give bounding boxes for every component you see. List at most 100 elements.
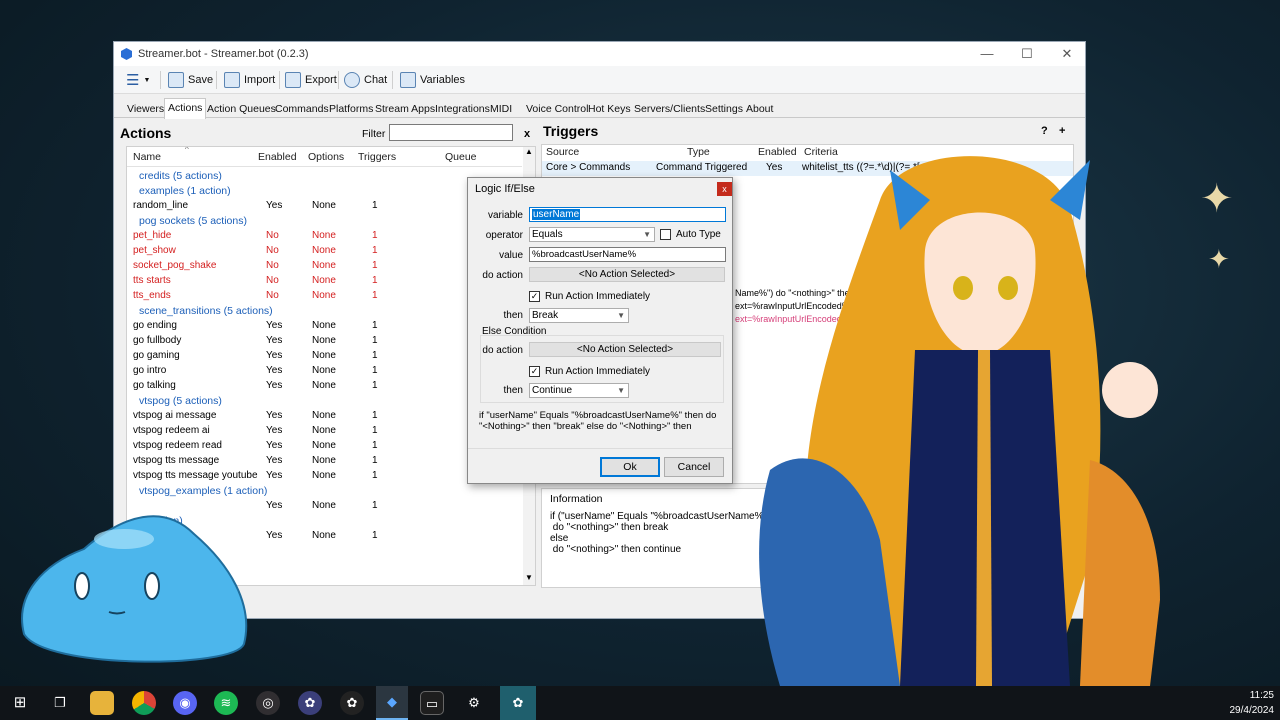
then-value: Break (532, 310, 559, 321)
scroll-down-icon[interactable]: ▼ (525, 573, 533, 582)
information-title: Information (550, 493, 603, 505)
run-immediately-checkbox[interactable]: ✓ (529, 291, 540, 302)
action-row[interactable]: pet_show No None 1 (127, 244, 522, 259)
menu-button[interactable]: ☰ ▼ (126, 70, 150, 90)
action-row[interactable]: vtspog tts message Yes None 1 (127, 454, 522, 469)
action-enabled: No (266, 275, 279, 286)
tab-actions[interactable]: Actions (164, 98, 207, 119)
action-enabled: Yes (266, 500, 283, 511)
group-name: vtspog (5 actions) (139, 395, 222, 407)
save-button[interactable]: Save (168, 70, 213, 90)
variables-button[interactable]: Variables (400, 70, 465, 90)
action-row[interactable]: vtspog tts message youtube Yes None 1 (127, 469, 522, 484)
action-row[interactable]: random_line Yes None 1 (127, 199, 522, 214)
action-name: go gaming (133, 350, 180, 361)
action-enabled: No (266, 230, 279, 241)
import-button[interactable]: Import (224, 70, 275, 90)
action-name: vtspog ai message (133, 410, 217, 421)
close-icon[interactable]: ✕ (1047, 42, 1087, 66)
action-group-header[interactable]: scene_transitions (5 actions) (127, 304, 522, 319)
trigger-type: Command Triggered (656, 162, 748, 173)
tab-platforms[interactable]: Platforms (326, 100, 376, 118)
obs-icon[interactable]: ◎ (256, 691, 280, 715)
then-select[interactable]: Break ▼ (529, 308, 629, 323)
file-explorer-icon[interactable] (90, 691, 114, 715)
scroll-up-icon[interactable]: ▲ (525, 147, 533, 156)
else-then-value: Continue (532, 385, 573, 396)
filter-input[interactable] (389, 124, 513, 141)
auto-type-checkbox[interactable] (660, 229, 671, 240)
dialog-close-button[interactable]: x (717, 182, 732, 196)
tab-action-queues[interactable]: Action Queues (204, 100, 279, 118)
action-row[interactable]: socket_pog_shake No None 1 (127, 259, 522, 274)
app-icon[interactable]: ✿ (340, 691, 364, 715)
column-header-source[interactable]: Source (546, 146, 579, 158)
windows-start-icon[interactable]: ⊞ (8, 691, 32, 715)
tab-midi[interactable]: MIDI (487, 100, 515, 118)
variable-input[interactable]: userName (529, 207, 726, 222)
action-row[interactable]: vtspog redeem read Yes None 1 (127, 439, 522, 454)
tab-hot-keys[interactable]: Hot Keys (585, 100, 634, 118)
settings-gear-icon[interactable]: ⚙ (462, 691, 486, 715)
triggers-title: Triggers (543, 123, 599, 139)
action-row[interactable]: tts starts No None 1 (127, 274, 522, 289)
tab-stream-apps[interactable]: Stream Apps (372, 100, 438, 118)
run-immediately-label: Run Action Immediately (545, 291, 651, 302)
else-then-select[interactable]: Continue ▼ (529, 383, 629, 398)
tab-about[interactable]: About (743, 100, 776, 118)
action-row[interactable]: go talking Yes None 1 (127, 379, 522, 394)
action-name: go fullbody (133, 335, 182, 346)
cancel-button[interactable]: Cancel (664, 457, 724, 477)
taskbar: ⊞ ❐ ◉ ≋ ◎ ✿ ✿ ◆ ▭ ⚙ ✿ (0, 686, 1280, 720)
action-row[interactable]: go fullbody Yes None 1 (127, 334, 522, 349)
else-run-immediately-label: Run Action Immediately (545, 366, 651, 377)
add-trigger-button[interactable]: + (1059, 125, 1065, 137)
tab-servers-clients[interactable]: Servers/Clients (631, 100, 708, 118)
tab-viewers[interactable]: Viewers (124, 100, 167, 118)
column-header-type[interactable]: Type (687, 146, 710, 158)
value-input[interactable]: %broadcastUserName% (529, 247, 726, 262)
chrome-icon[interactable] (132, 691, 156, 715)
tab-settings[interactable]: Settings (702, 100, 746, 118)
action-row[interactable]: go gaming Yes None 1 (127, 349, 522, 364)
maximize-icon[interactable]: ☐ (1007, 42, 1047, 66)
action-enabled: Yes (266, 380, 283, 391)
chat-button[interactable]: Chat (344, 70, 387, 90)
else-do-action-button[interactable]: <No Action Selected> (529, 342, 721, 357)
streamerbot-icon[interactable]: ◆ (376, 686, 408, 720)
help-icon[interactable]: ? (1041, 125, 1048, 137)
spotify-icon[interactable]: ≋ (214, 691, 238, 715)
operator-select[interactable]: Equals ▼ (529, 227, 655, 242)
action-row[interactable]: go intro Yes None 1 (127, 364, 522, 379)
filter-clear-button[interactable]: x (524, 128, 530, 140)
minimize-icon[interactable]: — (967, 42, 1007, 66)
tab-voice-control[interactable]: Voice Control (523, 100, 591, 118)
tab-strip: Viewers Actions Action Queues Commands P… (114, 98, 1085, 119)
action-row[interactable]: pet_hide No None 1 (127, 229, 522, 244)
tab-commands[interactable]: Commands (272, 100, 332, 118)
action-group-header[interactable]: examples (1 action) (127, 184, 522, 199)
tab-integrations[interactable]: Integrations (432, 100, 493, 118)
operator-value: Equals (532, 229, 563, 240)
do-action-button[interactable]: <No Action Selected> (529, 267, 725, 282)
vtube-studio-icon[interactable]: ✿ (298, 691, 322, 715)
divider (392, 71, 393, 89)
divider (279, 71, 280, 89)
chevron-down-icon: ▼ (643, 230, 651, 239)
ok-button[interactable]: Ok (600, 457, 660, 477)
action-name: tts_ends (133, 290, 171, 301)
action-row[interactable]: vtspog redeem ai Yes None 1 (127, 424, 522, 439)
action-group-header[interactable]: vtspog (5 actions) (127, 394, 522, 409)
action-group-header[interactable]: credits (5 actions) (127, 169, 522, 184)
discord-icon[interactable]: ◉ (173, 691, 197, 715)
action-group-header[interactable]: pog sockets (5 actions) (127, 214, 522, 229)
action-row[interactable]: go ending Yes None 1 (127, 319, 522, 334)
export-button[interactable]: Export (285, 70, 337, 90)
terminal-icon[interactable]: ▭ (420, 691, 444, 715)
else-run-immediately-checkbox[interactable]: ✓ (529, 366, 540, 377)
action-name: go ending (133, 320, 177, 331)
action-row[interactable]: vtspog ai message Yes None 1 (127, 409, 522, 424)
action-row[interactable]: tts_ends No None 1 (127, 289, 522, 304)
vtspog-icon[interactable]: ✿ (500, 686, 536, 720)
task-view-icon[interactable]: ❐ (48, 691, 72, 715)
